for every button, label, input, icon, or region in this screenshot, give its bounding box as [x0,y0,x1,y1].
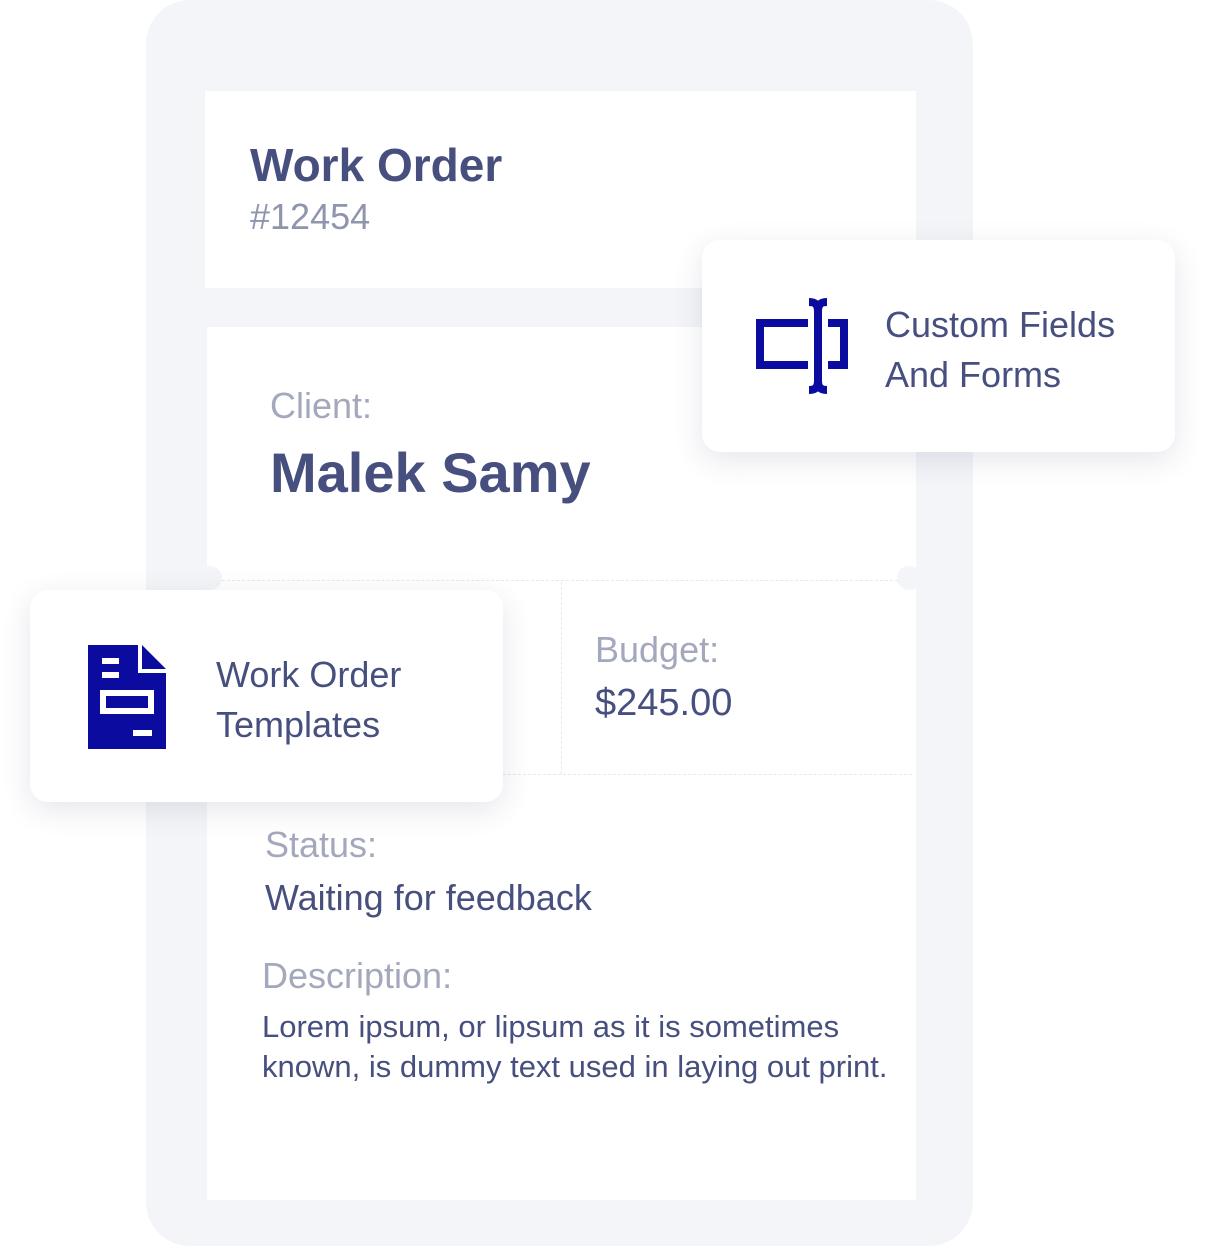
description-text: Lorem ipsum, or lipsum as it is sometime… [262,1009,888,1084]
budget-label: Budget: [595,629,720,670]
templates-line1: Work Order [216,654,402,695]
budget-value: $245.00 [595,682,733,724]
client-label: Client: [270,385,373,426]
card-notch-left [198,566,222,590]
custom-fields-line1: Custom Fields [885,304,1116,345]
divider-vertical [561,582,562,774]
custom-fields-feature-card: Custom Fields And Forms [702,240,1175,452]
custom-fields-label: Custom Fields And Forms [885,300,1115,400]
status-value: Waiting for feedback [265,877,592,918]
work-order-title: Work Order [250,139,503,191]
work-order-number: #12454 [250,196,371,237]
description-label: Description: [262,955,453,996]
text-cursor-field-icon [756,298,848,394]
templates-line2: Templates [216,704,381,745]
divider-top [222,580,898,581]
templates-label: Work Order Templates [216,650,401,750]
client-name: Malek Samy [270,441,591,504]
status-label: Status: [265,824,378,865]
templates-feature-card: Work Order Templates [30,590,503,802]
custom-fields-line2: And Forms [885,354,1062,395]
document-template-icon [88,645,166,749]
card-notch-right [897,566,921,590]
